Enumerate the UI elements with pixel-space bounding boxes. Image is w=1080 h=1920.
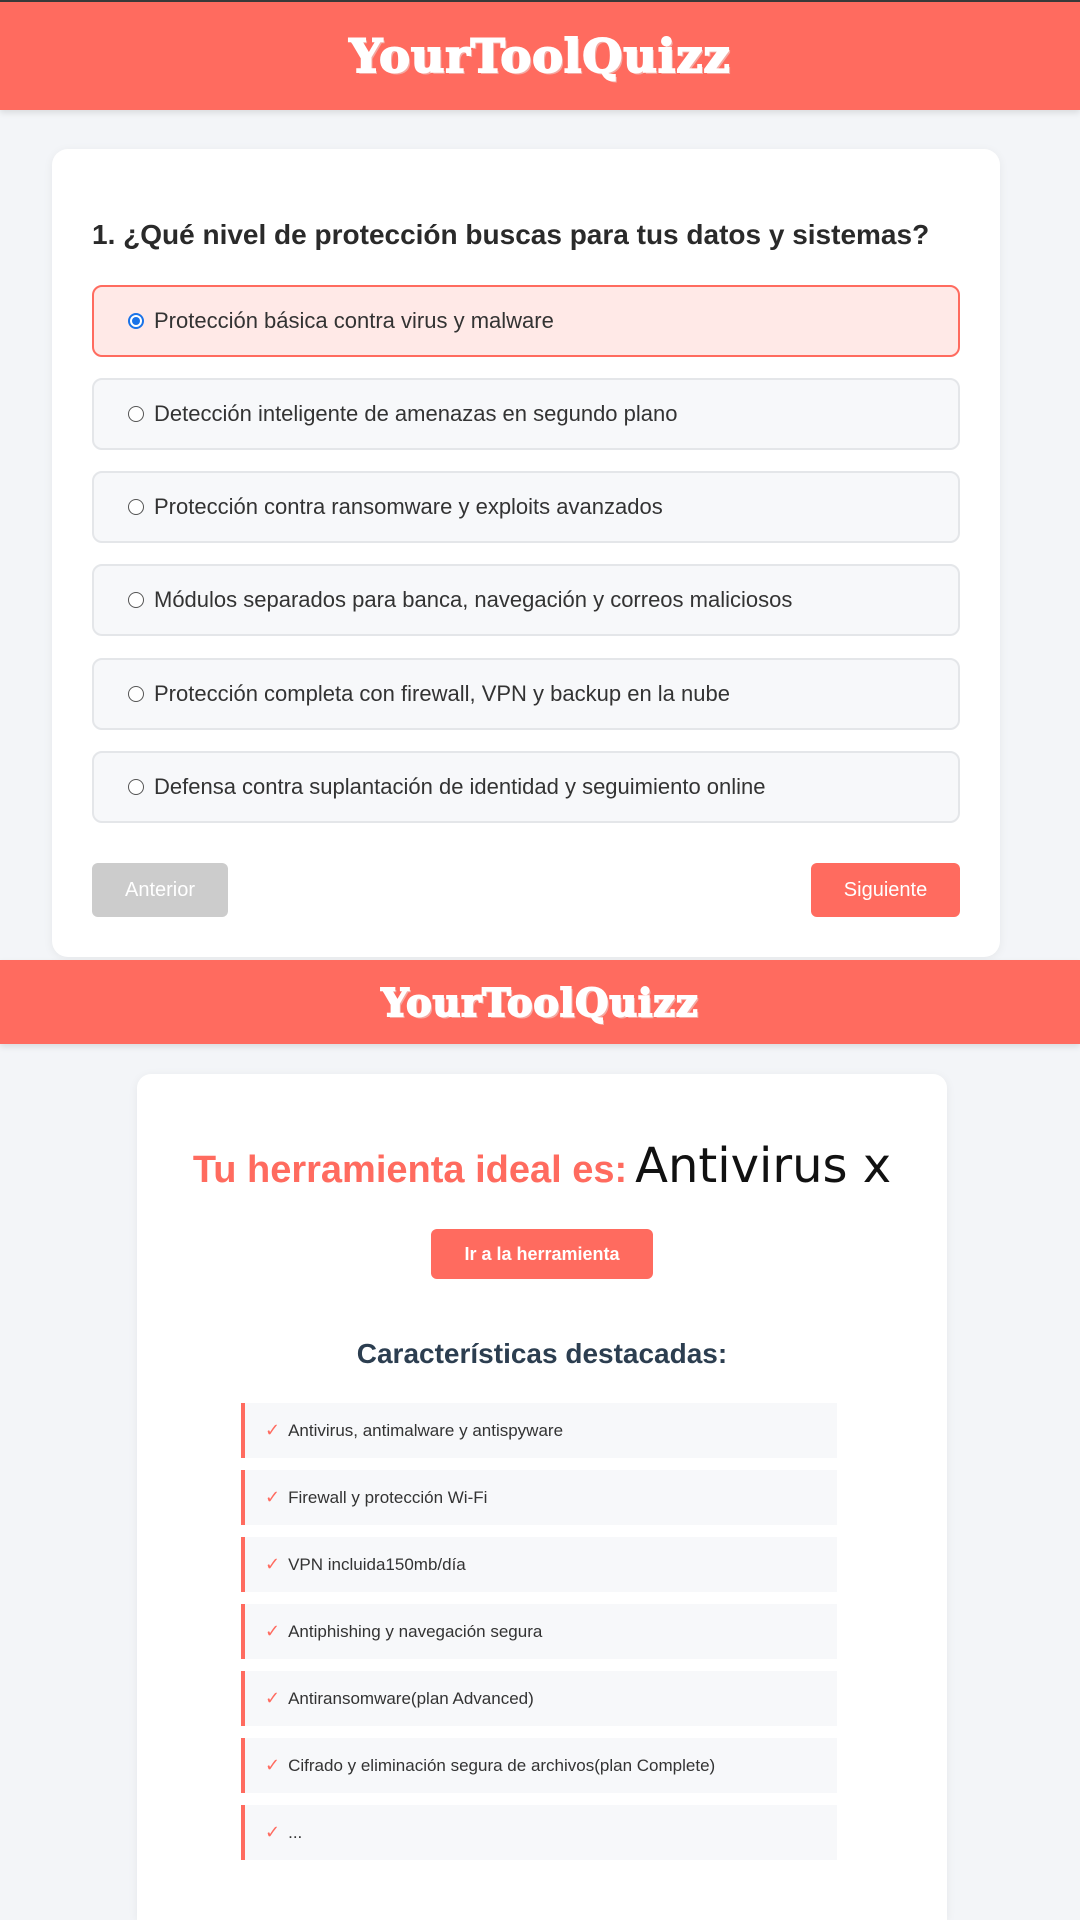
feature-item: ✓ Firewall y protección Wi-Fi	[241, 1470, 837, 1525]
option-5[interactable]: Protección completa con firewall, VPN y …	[92, 658, 960, 730]
radio-icon[interactable]	[128, 499, 144, 515]
radio-icon[interactable]	[128, 779, 144, 795]
result-header: YourToolQuizz	[0, 960, 1080, 1044]
feature-label: ...	[288, 1822, 303, 1842]
feature-label: Firewall y protección Wi-Fi	[288, 1487, 488, 1507]
feature-label: Antivirus, antimalware y antispyware	[288, 1420, 564, 1440]
radio-icon[interactable]	[128, 592, 144, 608]
result-card: Tu herramienta ideal es: Antivirus x Ir a…	[137, 1074, 947, 1920]
feature-label: Antiphishing y navegación segura	[288, 1621, 543, 1641]
feature-item: ✓ ...	[241, 1805, 837, 1860]
radio-icon[interactable]	[128, 406, 144, 422]
check-icon: ✓	[265, 1755, 281, 1775]
features-title: Características destacadas:	[356, 1338, 728, 1369]
option-4[interactable]: Módulos separados para banca, navegación…	[92, 564, 960, 636]
check-icon: ✓	[265, 1554, 281, 1574]
result-tool-name: Antivirus x	[635, 1138, 892, 1194]
feature-item: ✓ VPN incluida150mb/día	[241, 1537, 837, 1592]
feature-item: ✓ Antiphishing y navegación segura	[241, 1604, 837, 1659]
check-icon: ✓	[265, 1420, 281, 1440]
option-2[interactable]: Detección inteligente de amenazas en seg…	[92, 378, 960, 450]
option-label: Protección contra ransomware y exploits …	[154, 494, 663, 519]
option-label: Módulos separados para banca, navegación…	[154, 587, 793, 612]
option-1[interactable]: Protección básica contra virus y malware	[92, 285, 960, 357]
check-icon: ✓	[265, 1621, 281, 1641]
top-header: YourToolQuizz	[0, 2, 1080, 110]
option-label: Protección básica contra virus y malware	[154, 308, 554, 333]
go-to-tool-button[interactable]: Ir a la herramienta	[431, 1229, 653, 1279]
option-6[interactable]: Defensa contra suplantación de identidad…	[92, 751, 960, 823]
question-text: 1. ¿Qué nivel de protección buscas para …	[92, 219, 930, 250]
option-3[interactable]: Protección contra ransomware y exploits …	[92, 471, 960, 543]
option-label: Detección inteligente de amenazas en seg…	[154, 401, 678, 426]
brand-logo: YourToolQuizz	[380, 979, 699, 1026]
feature-label: VPN incluida150mb/día	[288, 1554, 466, 1574]
result-title: Tu herramienta ideal es: Antivirus x	[137, 1138, 947, 1194]
feature-label: Antiransomware(plan Advanced)	[288, 1688, 534, 1708]
check-icon: ✓	[265, 1822, 281, 1842]
brand-logo: YourToolQuizz	[348, 28, 731, 84]
feature-item: ✓ Antiransomware(plan Advanced)	[241, 1671, 837, 1726]
radio-icon[interactable]	[128, 686, 144, 702]
feature-item: ✓ Cifrado y eliminación segura de archiv…	[241, 1738, 837, 1793]
check-icon: ✓	[265, 1688, 281, 1708]
feature-item: ✓ Antivirus, antimalware y antispyware	[241, 1403, 837, 1458]
check-icon: ✓	[265, 1487, 281, 1507]
option-label: Defensa contra suplantación de identidad…	[154, 774, 766, 799]
next-button[interactable]: Siguiente	[811, 863, 960, 917]
radio-selected-icon[interactable]	[128, 313, 144, 329]
feature-label: Cifrado y eliminación segura de archivos…	[288, 1755, 716, 1775]
result-label: Tu herramienta ideal es:	[192, 1149, 628, 1191]
quiz-card: 1. ¿Qué nivel de protección buscas para …	[52, 149, 1000, 957]
option-label: Protección completa con firewall, VPN y …	[154, 681, 730, 706]
previous-button[interactable]: Anterior	[92, 863, 228, 917]
